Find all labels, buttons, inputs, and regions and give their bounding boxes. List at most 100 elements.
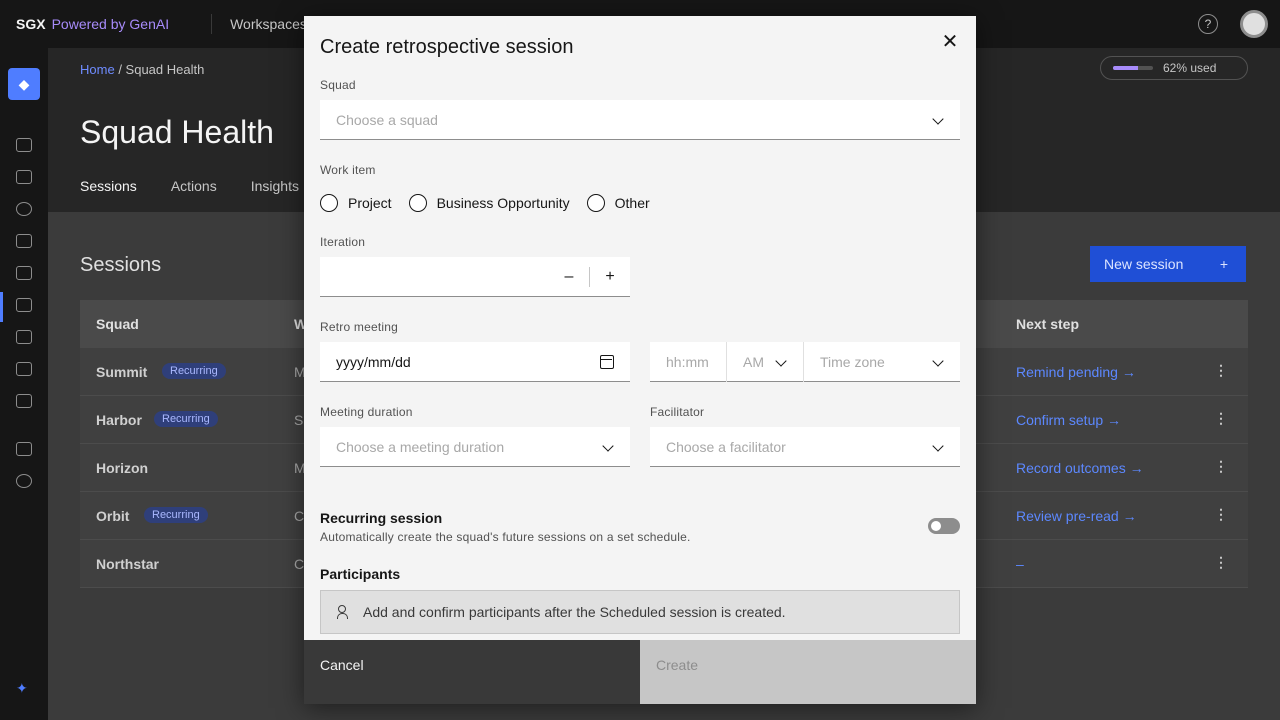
date-input[interactable]: yyyy/mm/dd (320, 342, 630, 382)
radio-other[interactable]: Other (586, 194, 650, 212)
report-icon[interactable] (16, 362, 32, 376)
gear-icon[interactable] (16, 474, 32, 488)
chat-icon[interactable] (16, 266, 32, 280)
tab-actions[interactable]: Actions (171, 178, 217, 216)
increment-button[interactable]: + (590, 257, 630, 297)
avatar[interactable] (1240, 10, 1268, 38)
clock-icon[interactable] (16, 202, 32, 216)
radio-label: Business Opportunity (436, 195, 570, 211)
calendar-icon[interactable] (600, 355, 614, 369)
home-icon[interactable]: ◆ (8, 68, 40, 100)
users-icon (337, 605, 353, 619)
help-icon[interactable]: ? (1198, 14, 1218, 34)
radio-button[interactable] (586, 194, 605, 212)
facilitator-placeholder: Choose a facilitator (666, 438, 786, 455)
nav-workspaces[interactable]: Workspaces (230, 16, 307, 32)
squad-name: Harbor (96, 412, 142, 428)
chevron-down-icon (602, 440, 614, 452)
time-input[interactable]: hh:mm (650, 342, 726, 382)
chevron-down-icon (932, 355, 944, 367)
decrement-button[interactable]: – (549, 257, 589, 297)
facilitator-select[interactable]: Choose a facilitator (650, 427, 960, 467)
duration-placeholder: Choose a meeting duration (336, 438, 505, 455)
time-picker: hh:mm AM Time zone (650, 342, 960, 382)
radio-button[interactable] (408, 194, 427, 212)
retro-icon[interactable] (16, 298, 32, 312)
overflow-menu-icon[interactable]: ⋮ (1214, 410, 1228, 427)
column-header-next-step[interactable]: Next step (1016, 316, 1079, 332)
create-session-modal: Create retrospective session ✕ Squad Cho… (304, 16, 976, 704)
brand-name[interactable]: SGX (16, 16, 46, 32)
section-title: Sessions (80, 254, 162, 276)
work-cell: S (294, 412, 304, 428)
create-button[interactable]: Create (640, 640, 976, 704)
recurring-toggle[interactable] (928, 518, 960, 534)
sparkle-icon[interactable]: ✦ (16, 680, 28, 697)
divider (211, 14, 213, 34)
squad-name: Horizon (96, 460, 149, 476)
sidebar: ◆ ✦ (0, 48, 48, 720)
usage-bar (1113, 66, 1153, 70)
breadcrumb-home[interactable]: Home (80, 62, 115, 77)
close-icon[interactable]: ✕ (940, 32, 960, 52)
next-step-link[interactable]: Remind pending → (1016, 364, 1136, 380)
squad-select[interactable]: Choose a squad (320, 100, 960, 140)
ampm-value: AM (743, 354, 764, 370)
new-session-button[interactable]: New session + (1090, 246, 1246, 282)
flow-icon[interactable] (16, 170, 32, 184)
work-cell: C (294, 508, 305, 524)
chevron-down-icon (775, 355, 787, 367)
duration-label: Meeting duration (320, 405, 413, 419)
squad-name: Orbit (96, 508, 130, 524)
cancel-button[interactable]: Cancel (304, 640, 640, 704)
participants-notice: Add and confirm participants after the S… (320, 590, 960, 634)
recurring-title: Recurring session (320, 510, 443, 526)
pulse-icon[interactable] (16, 442, 32, 456)
iteration-stepper[interactable]: – + (320, 257, 630, 297)
time-placeholder: hh:mm (666, 354, 709, 370)
timezone-select[interactable]: Time zone (804, 342, 960, 382)
usage-label: 62% used (1163, 61, 1217, 75)
next-step-link[interactable]: Record outcomes → (1016, 460, 1144, 476)
work-cell: C (294, 556, 305, 572)
radio-label: Project (348, 195, 392, 211)
squad-label: Squad (320, 78, 356, 92)
tab-sessions[interactable]: Sessions (80, 178, 137, 216)
plus-icon: + (1219, 256, 1228, 272)
overflow-menu-icon[interactable]: ⋮ (1214, 362, 1228, 379)
next-step-link[interactable]: Confirm setup → (1016, 412, 1121, 428)
column-header-squad[interactable]: Squad (96, 316, 139, 332)
sidebar-selection-indicator (0, 292, 3, 322)
tab-list: Sessions Actions Insights (80, 178, 299, 216)
radio-button[interactable] (320, 194, 338, 212)
breadcrumb-separator: / (118, 62, 126, 77)
usage-bar-fill (1113, 66, 1138, 70)
next-step-text: – (1016, 556, 1024, 572)
tab-insights[interactable]: Insights (251, 178, 299, 216)
date-placeholder: yyyy/mm/dd (336, 353, 411, 370)
next-step-link[interactable]: Review pre-read → (1016, 508, 1137, 524)
radio-label: Other (614, 195, 650, 211)
squad-name: Northstar (96, 556, 160, 572)
usage-indicator[interactable]: 62% used (1100, 56, 1248, 80)
participants-note: Add and confirm participants after the S… (363, 604, 786, 620)
recurring-badge: Recurring (144, 507, 208, 523)
new-session-label: New session (1104, 256, 1184, 272)
warning-icon[interactable] (16, 234, 32, 248)
chevron-down-icon (932, 113, 944, 125)
overflow-menu-icon[interactable]: ⋮ (1214, 506, 1228, 523)
ampm-select[interactable]: AM (727, 342, 803, 382)
squad-name: Summit (96, 364, 148, 380)
iteration-label: Iteration (320, 235, 366, 249)
overflow-menu-icon[interactable]: ⋮ (1214, 458, 1228, 475)
duration-select[interactable]: Choose a meeting duration (320, 427, 630, 467)
radio-project[interactable]: Project (320, 194, 392, 212)
user-icon[interactable] (16, 330, 32, 344)
recurring-description: Automatically create the squad's future … (320, 530, 691, 544)
recurring-badge: Recurring (162, 363, 226, 379)
radio-business-opportunity[interactable]: Business Opportunity (408, 194, 570, 212)
overflow-menu-icon[interactable]: ⋮ (1214, 554, 1228, 571)
link-icon[interactable] (16, 394, 32, 408)
breadcrumb: Home / Squad Health (80, 62, 204, 77)
document-icon[interactable] (16, 138, 32, 152)
